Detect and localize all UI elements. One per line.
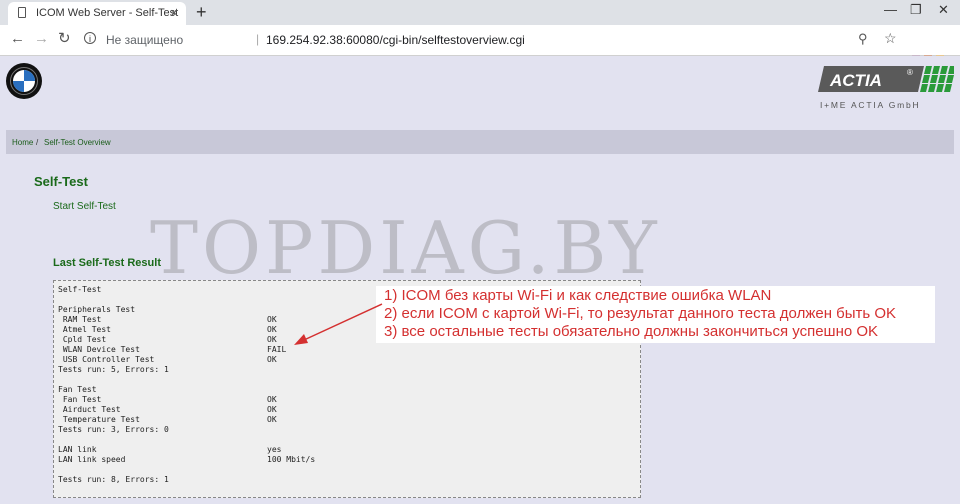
annotation-arrow-icon: [294, 303, 383, 345]
result-label: RAM Test: [58, 315, 102, 324]
result-label: Airduct Test: [58, 405, 121, 414]
actia-logo: ACTIA ® I+ME ACTIA GmbH: [818, 66, 954, 110]
annotation-line: 3) все остальные тесты обязательно должн…: [384, 323, 879, 340]
result-label: Peripherals Test: [58, 305, 136, 314]
result-label: Self-Test: [58, 285, 102, 294]
result-value: 100 Mbit/s: [267, 455, 316, 464]
annotation-note: 1) ICOM без карты Wi-Fi и как следствие …: [376, 286, 935, 343]
page-title: Self-Test: [34, 174, 88, 189]
result-label: Tests run: 5, Errors: 1: [58, 365, 169, 374]
actia-logo-text: ACTIA: [829, 71, 882, 90]
result-label: Tests run: 3, Errors: 0: [58, 425, 169, 434]
breadcrumb-current-link[interactable]: Self-Test Overview: [44, 138, 111, 147]
address-bar[interactable]: i Не защищено | 169.254.92.38:60080/cgi-…: [78, 29, 908, 51]
page-content: ACTIA ® I+ME ACTIA GmbH Home / Self-Test…: [0, 56, 960, 504]
tab-bar: ICOM Web Server - Self-Test × + — ❐ ✕: [0, 0, 960, 25]
browser-tab[interactable]: ICOM Web Server - Self-Test ×: [8, 2, 186, 25]
address-separator: |: [256, 32, 260, 46]
result-value: FAIL: [267, 345, 287, 354]
result-label: Cpld Test: [58, 335, 107, 344]
zoom-icon[interactable]: ⚲: [858, 31, 868, 47]
annotation-line: 2) если ICOM с картой Wi-Fi, то результа…: [384, 305, 897, 322]
info-icon[interactable]: i: [84, 32, 96, 44]
new-tab-button[interactable]: +: [196, 2, 207, 22]
result-label: Fan Test: [58, 385, 97, 394]
close-tab-icon[interactable]: ×: [170, 5, 178, 20]
result-value: OK: [267, 405, 277, 414]
document-icon: [18, 7, 26, 18]
result-label: Fan Test: [58, 395, 102, 404]
result-value: OK: [267, 395, 277, 404]
forward-icon[interactable]: →: [34, 31, 49, 47]
bookmark-star-icon[interactable]: ☆: [884, 30, 897, 47]
breadcrumb-separator: /: [36, 138, 39, 147]
close-window-icon[interactable]: ✕: [938, 2, 949, 18]
breadcrumb-home-link[interactable]: Home: [12, 138, 33, 147]
result-value: OK: [267, 355, 277, 364]
start-self-test-link[interactable]: Start Self-Test: [53, 201, 116, 212]
back-icon[interactable]: ←: [10, 31, 25, 47]
security-label: Не защищено: [106, 33, 184, 47]
bmw-logo: [6, 63, 42, 99]
watermark: TOPDIAG.BY: [150, 206, 661, 290]
result-value: OK: [267, 325, 277, 334]
browser-toolbar: ← → ↻ i Не защищено | 169.254.92.38:6008…: [0, 25, 960, 63]
annotation-line: 1) ICOM без карты Wi-Fi и как следствие …: [384, 287, 772, 304]
result-label: LAN link: [58, 445, 97, 454]
result-value: OK: [267, 315, 277, 324]
result-heading: Last Self-Test Result: [53, 257, 161, 269]
result-label: LAN link speed: [58, 455, 126, 464]
result-label: USB Controller Test: [58, 355, 155, 364]
reload-icon[interactable]: ↻: [58, 31, 71, 47]
restore-icon[interactable]: ❐: [910, 2, 922, 18]
actia-subtitle: I+ME ACTIA GmbH: [820, 100, 920, 110]
result-label: Temperature Test: [58, 415, 140, 424]
result-label: Atmel Test: [58, 325, 111, 334]
result-value: OK: [267, 335, 277, 344]
svg-text:®: ®: [907, 68, 913, 77]
url-text[interactable]: 169.254.92.38:60080/cgi-bin/selftestover…: [266, 33, 525, 47]
result-value: yes: [267, 445, 282, 454]
breadcrumb: Home / Self-Test Overview: [6, 130, 954, 154]
result-value: OK: [267, 415, 277, 424]
tab-title: ICOM Web Server - Self-Test: [36, 7, 179, 19]
result-label: WLAN Device Test: [58, 345, 140, 354]
result-label: Tests run: 8, Errors: 1: [58, 475, 169, 484]
minimize-icon[interactable]: —: [884, 2, 897, 17]
